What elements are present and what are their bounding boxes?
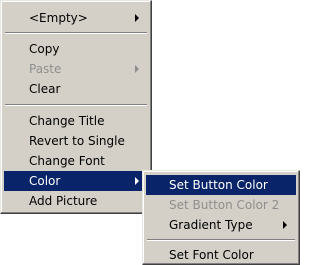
menu-item-change-title[interactable]: Change Title	[4, 111, 148, 131]
menu-item-label: Change Title	[29, 114, 105, 128]
menu-item-clear[interactable]: Clear	[4, 79, 148, 99]
menu-item-set-button-color-2: Set Button Color 2	[146, 195, 296, 215]
menu-separator	[5, 104, 147, 106]
menu-item-label: Clear	[29, 82, 61, 96]
context-menu: <Empty> Copy Paste Clear Change Title Re…	[0, 0, 152, 214]
menu-item-label: <Empty>	[29, 11, 88, 25]
submenu-arrow-icon	[135, 177, 139, 185]
menu-item-label: Color	[29, 174, 61, 188]
menu-item-copy[interactable]: Copy	[4, 39, 148, 59]
menu-item-label: Paste	[29, 62, 62, 76]
menu-item-set-button-color[interactable]: Set Button Color	[146, 175, 296, 195]
submenu-arrow-icon	[135, 65, 139, 73]
menu-item-paste: Paste	[4, 59, 148, 79]
menu-separator	[147, 239, 295, 241]
menu-item-add-picture[interactable]: Add Picture	[4, 191, 148, 211]
menu-item-label: Set Button Color 2	[169, 198, 280, 212]
menu-item-label: Copy	[29, 42, 60, 56]
menu-item-label: Set Font Color	[169, 248, 254, 262]
menu-item-revert-to-single[interactable]: Revert to Single	[4, 131, 148, 151]
menu-item-empty[interactable]: <Empty>	[4, 8, 148, 28]
menu-item-label: Set Button Color	[169, 178, 268, 192]
menu-item-color[interactable]: Color	[4, 171, 148, 191]
menu-item-set-font-color[interactable]: Set Font Color	[146, 245, 296, 265]
submenu-arrow-icon	[135, 14, 139, 22]
menu-item-label: Change Font	[29, 154, 105, 168]
menu-item-gradient-type[interactable]: Gradient Type	[146, 215, 296, 235]
menu-separator	[5, 32, 147, 34]
menu-item-label: Add Picture	[29, 194, 98, 208]
menu-item-label: Revert to Single	[29, 134, 125, 148]
menu-item-change-font[interactable]: Change Font	[4, 151, 148, 171]
menu-item-label: Gradient Type	[169, 218, 253, 232]
color-submenu: Set Button Color Set Button Color 2 Grad…	[142, 170, 300, 265]
submenu-arrow-icon	[283, 221, 287, 229]
